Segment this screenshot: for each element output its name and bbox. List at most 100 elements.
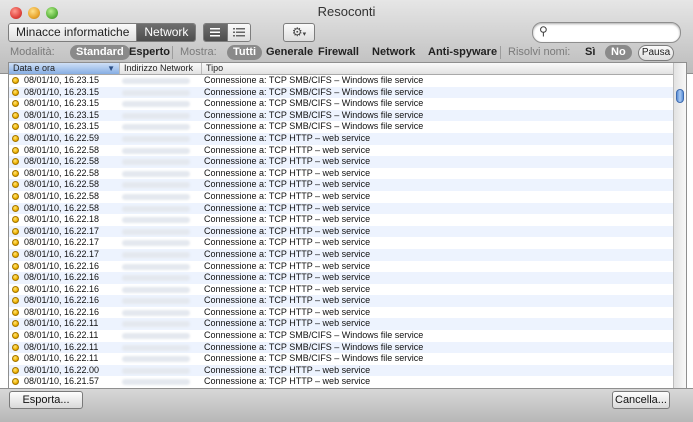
gear-icon: ⚙ (291, 25, 303, 39)
cell-date: 08/01/10, 16.21.57 (24, 376, 100, 387)
table-row[interactable]: 08/01/10, 16.22.17 Connessione a: TCP HTT… (9, 225, 673, 238)
show-firewall[interactable]: Firewall (318, 45, 359, 60)
cell-date: 08/01/10, 16.22.16 (24, 283, 100, 294)
table-row[interactable]: 08/01/10, 16.22.17 Connessione a: TCP HTT… (9, 248, 673, 261)
status-dot-icon (12, 262, 19, 270)
status-dot-icon (12, 355, 19, 363)
table-row[interactable]: 08/01/10, 16.22.16 Connessione a: TCP HTT… (9, 284, 673, 296)
status-dot-icon (12, 169, 19, 177)
show-general[interactable]: Generale (266, 45, 313, 60)
gear-menu-button[interactable]: ⚙▾ (283, 23, 315, 42)
table-row[interactable]: 08/01/10, 16.22.16 Connessione a: TCP HTT… (9, 272, 673, 284)
cell-date: 08/01/10, 16.22.18 (24, 214, 100, 225)
cell-type: Connessione a: TCP HTTP – web service (204, 318, 371, 329)
scrollbar-thumb[interactable] (676, 89, 684, 103)
resolve-no[interactable]: No (605, 45, 632, 60)
cell-type: Connessione a: TCP SMB/CIFS – Windows fi… (204, 353, 424, 364)
status-dot-icon (12, 366, 19, 374)
segment-threats[interactable]: Minacce informatiche (9, 24, 137, 41)
export-button[interactable]: Esporta... (9, 391, 83, 409)
cell-type: Connessione a: TCP HTTP – web service (204, 283, 371, 294)
cell-network-address-redacted (122, 112, 190, 119)
cell-date: 08/01/10, 16.22.58 (24, 190, 100, 201)
show-network[interactable]: Network (372, 45, 415, 60)
column-header-network-address[interactable]: Indirizzo Network (120, 63, 204, 74)
search-input[interactable] (555, 25, 677, 41)
table-row[interactable]: 08/01/10, 16.23.15 Connessione a: TCP SMB… (9, 109, 673, 122)
table-row[interactable]: 08/01/10, 16.22.59 Connessione a: TCP HTT… (9, 132, 673, 145)
table-row[interactable]: 08/01/10, 16.22.11 Connessione a: TCP HTT… (9, 318, 673, 331)
table-row[interactable]: 08/01/10, 16.22.00 Connessione a: TCP HTT… (9, 364, 673, 377)
segment-network[interactable]: Network (136, 24, 196, 41)
show-antispyware[interactable]: Anti-spyware (428, 45, 497, 60)
table-row[interactable]: 08/01/10, 16.22.58 Connessione a: TCP HTT… (9, 168, 673, 180)
table-row[interactable]: 08/01/10, 16.22.16 Connessione a: TCP HTT… (9, 295, 673, 307)
detail-view-icon[interactable] (226, 24, 250, 41)
table-row[interactable]: 08/01/10, 16.22.11 Connessione a: TCP SMB… (9, 353, 673, 365)
status-dot-icon (12, 181, 19, 189)
cell-date: 08/01/10, 16.22.16 (24, 272, 100, 283)
window-title: Resoconti (317, 4, 376, 19)
pause-button[interactable]: Pausa (638, 45, 674, 61)
cell-date: 08/01/10, 16.22.58 (24, 179, 100, 190)
table-row[interactable]: 08/01/10, 16.23.15 Connessione a: TCP SMB… (9, 98, 673, 110)
table-row[interactable]: 08/01/10, 16.21.57 Connessione a: TCP HTT… (9, 376, 673, 388)
table-row[interactable]: 08/01/10, 16.22.17 Connessione a: TCP HTT… (9, 237, 673, 249)
cell-type: Connessione a: TCP SMB/CIFS – Windows fi… (204, 330, 424, 341)
status-dot-icon (12, 123, 19, 131)
vertical-scrollbar[interactable] (673, 63, 686, 388)
cell-type: Connessione a: TCP HTTP – web service (204, 144, 371, 155)
search-field[interactable]: ⚲ (532, 22, 681, 43)
table-body: 08/01/10, 16.23.15 Connessione a: TCP SMB… (9, 75, 673, 388)
column-header-date[interactable]: Data e ora ▼ (9, 63, 119, 74)
cell-type: Connessione a: TCP HTTP – web service (204, 272, 371, 283)
status-dot-icon (12, 343, 19, 351)
show-all[interactable]: Tutti (227, 45, 263, 60)
cell-network-address-redacted (122, 263, 190, 270)
table-row[interactable]: 08/01/10, 16.22.58 Connessione a: TCP HTT… (9, 179, 673, 191)
cell-date: 08/01/10, 16.23.15 (24, 109, 100, 120)
table-row[interactable]: 08/01/10, 16.22.16 Connessione a: TCP HTT… (9, 261, 673, 273)
column-header-type[interactable]: Tipo (202, 63, 666, 74)
table-row[interactable]: 08/01/10, 16.22.58 Connessione a: TCP HTT… (9, 191, 673, 203)
cell-network-address-redacted (122, 321, 190, 328)
cell-date: 08/01/10, 16.22.11 (24, 330, 99, 341)
table-row[interactable]: 08/01/10, 16.22.18 Connessione a: TCP HTT… (9, 214, 673, 226)
list-view-icon[interactable] (204, 24, 227, 41)
cell-network-address-redacted (122, 344, 190, 351)
table-row[interactable]: 08/01/10, 16.23.15 Connessione a: TCP SMB… (9, 75, 673, 87)
cell-date: 08/01/10, 16.22.17 (24, 237, 100, 248)
table-row[interactable]: 08/01/10, 16.22.16 Connessione a: TCP HTT… (9, 307, 673, 319)
cell-date: 08/01/10, 16.22.58 (24, 167, 100, 178)
cell-type: Connessione a: TCP HTTP – web service (204, 260, 371, 271)
cell-network-address-redacted (122, 286, 190, 293)
cell-network-address-redacted (122, 275, 190, 282)
cell-type: Connessione a: TCP SMB/CIFS – Windows fi… (204, 98, 424, 109)
cell-network-address-redacted (122, 193, 190, 200)
resolve-yes[interactable]: Sì (585, 45, 595, 60)
table-row[interactable]: 08/01/10, 16.23.15 Connessione a: TCP SMB… (9, 121, 673, 133)
status-dot-icon (12, 111, 19, 119)
status-dot-icon (12, 239, 19, 247)
mode-standard[interactable]: Standard (70, 45, 130, 60)
table-row[interactable]: 08/01/10, 16.22.11 Connessione a: TCP SMB… (9, 330, 673, 342)
cell-network-address-redacted (122, 240, 190, 247)
cell-type: Connessione a: TCP SMB/CIFS – Windows fi… (204, 341, 424, 352)
mode-expert[interactable]: Esperto (129, 45, 170, 60)
status-dot-icon (12, 297, 19, 305)
cell-network-address-redacted (122, 217, 190, 224)
table-row[interactable]: 08/01/10, 16.23.15 Connessione a: TCP SMB… (9, 86, 673, 99)
cell-date: 08/01/10, 16.22.58 (24, 202, 100, 213)
report-type-segmented-control: Minacce informatiche Network (8, 23, 197, 42)
cell-network-address-redacted (122, 89, 190, 96)
table-row[interactable]: 08/01/10, 16.22.58 Connessione a: TCP HTT… (9, 202, 673, 215)
status-dot-icon (12, 158, 19, 166)
table-row[interactable]: 08/01/10, 16.22.58 Connessione a: TCP HTT… (9, 145, 673, 157)
network-log-table: Data e ora ▼ Indirizzo Network Tipo 08/0… (8, 62, 687, 389)
table-row[interactable]: 08/01/10, 16.22.58 Connessione a: TCP HTT… (9, 156, 673, 168)
status-dot-icon (12, 192, 19, 200)
status-dot-icon (12, 320, 19, 328)
status-dot-icon (12, 378, 19, 386)
table-row[interactable]: 08/01/10, 16.22.11 Connessione a: TCP SMB… (9, 341, 673, 354)
clear-button[interactable]: Cancella... (612, 391, 670, 409)
